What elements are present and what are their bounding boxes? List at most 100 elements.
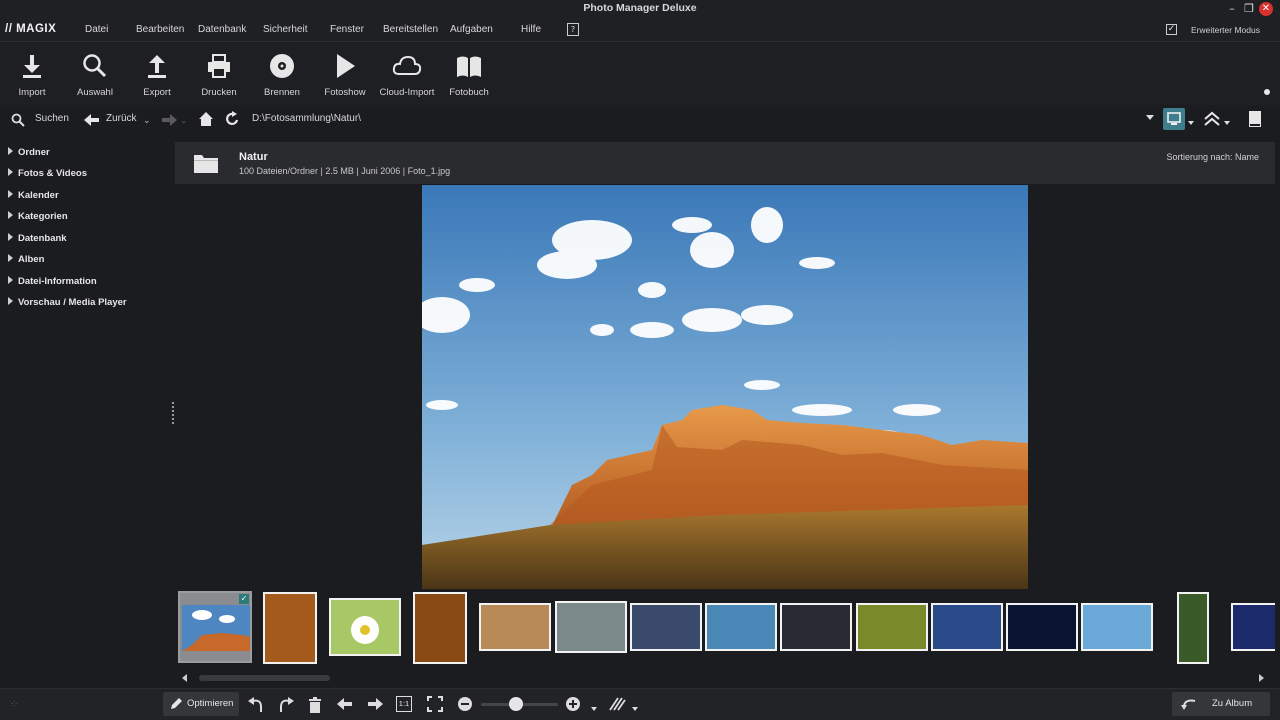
add-to-album-button[interactable]: Zu Album xyxy=(1172,692,1270,716)
scroll-left-icon[interactable] xyxy=(182,674,187,682)
zoom-slider-thumb[interactable] xyxy=(509,697,523,711)
sidebar-item-datei-information[interactable]: Datei-Information xyxy=(8,276,97,287)
thumbnail-12[interactable] xyxy=(1006,603,1078,651)
import-button[interactable]: Import xyxy=(0,53,64,98)
zoom-dropdown-icon[interactable] xyxy=(591,707,597,711)
drucken-button[interactable]: Drucken xyxy=(187,53,251,98)
sidebar-item-fotos-videos[interactable]: Fotos & Videos xyxy=(8,168,87,179)
restore-icon[interactable]: ❐ xyxy=(1242,2,1256,16)
thumbnail-scrollbar[interactable] xyxy=(175,672,1280,684)
cloud-import-label: Cloud-Import xyxy=(379,87,435,98)
home-icon[interactable] xyxy=(198,111,214,127)
menu-datenbank[interactable]: Datenbank xyxy=(198,24,246,35)
sort-label[interactable]: Sortierung nach: Name xyxy=(1166,152,1259,162)
trash-icon[interactable] xyxy=(307,696,323,714)
sidebar-splitter[interactable] xyxy=(172,402,174,424)
rotate-left-icon[interactable] xyxy=(247,696,265,714)
expand-arrow-icon xyxy=(8,168,13,176)
sidebar-item-kategorien[interactable]: Kategorien xyxy=(8,211,68,222)
checkmark-icon[interactable]: ✓ xyxy=(239,594,249,604)
minimize-icon[interactable]: – xyxy=(1225,2,1239,16)
back-label[interactable]: Zurück xyxy=(106,113,137,124)
sidebar-item-kalender[interactable]: Kalender xyxy=(8,190,59,201)
auswahl-button[interactable]: Auswahl xyxy=(63,53,127,98)
sidebar-item-label: Ordner xyxy=(18,147,50,158)
view-dropdown-icon[interactable] xyxy=(1188,121,1194,125)
sidebar-item-vorschau[interactable]: Vorschau / Media Player xyxy=(8,297,127,308)
thumbnail-14[interactable] xyxy=(1177,592,1209,664)
rotate-right-icon[interactable] xyxy=(277,696,295,714)
notification-dot xyxy=(1264,89,1270,95)
menu-hilfe[interactable]: Hilfe xyxy=(521,24,541,35)
thumbnail-4[interactable] xyxy=(413,592,467,664)
export-label: Export xyxy=(143,87,171,98)
forward-dropdown-icon[interactable]: ⌄ xyxy=(180,116,188,126)
photo-preview[interactable] xyxy=(422,185,1028,589)
thumbnail-11[interactable] xyxy=(931,603,1003,651)
sidebar-item-label: Kategorien xyxy=(18,211,68,222)
close-icon[interactable]: ✕ xyxy=(1259,2,1273,16)
back-dropdown-icon[interactable]: ⌄ xyxy=(143,116,151,126)
thumbnail-10[interactable] xyxy=(856,603,928,651)
download-icon xyxy=(23,55,41,78)
window-title: Photo Manager Deluxe xyxy=(583,2,697,14)
zoom-1to1-button[interactable]: 1:1 xyxy=(396,696,412,712)
fotobuch-button[interactable]: Fotobuch xyxy=(437,53,501,98)
brennen-button[interactable]: Brennen xyxy=(250,53,314,98)
drucken-label: Drucken xyxy=(201,87,237,98)
cloud-import-button[interactable]: Cloud-Import xyxy=(375,53,439,98)
expand-arrow-icon xyxy=(8,233,13,241)
search-label[interactable]: Suchen xyxy=(35,113,69,124)
menu-fenster[interactable]: Fenster xyxy=(330,24,364,35)
preview-view-button[interactable] xyxy=(1163,108,1185,130)
back-arrow-icon[interactable] xyxy=(84,113,100,127)
scroll-right-icon[interactable] xyxy=(1259,674,1264,682)
forward-arrow-icon[interactable] xyxy=(161,113,177,127)
export-button[interactable]: Export xyxy=(125,53,189,98)
sidebar-item-label: Fotos & Videos xyxy=(18,168,87,179)
path-field[interactable]: D:\Fotosammlung\Natur\ xyxy=(252,113,361,124)
menu-bearbeiten[interactable]: Bearbeiten xyxy=(136,24,184,35)
scrollbar-thumb[interactable] xyxy=(199,675,330,681)
previous-arrow-icon[interactable] xyxy=(337,696,353,712)
search-icon[interactable] xyxy=(11,113,25,127)
optimize-button[interactable]: Optimieren xyxy=(163,692,239,716)
navigation-bar: Suchen Zurück ⌄ ⌄ D:\Fotosammlung\Natur\ xyxy=(0,105,1280,135)
zoom-out-icon[interactable] xyxy=(457,696,473,712)
advanced-mode-checkbox[interactable]: ✓ xyxy=(1166,24,1177,35)
sidebar-item-label: Alben xyxy=(18,254,45,265)
refresh-icon[interactable] xyxy=(225,111,241,127)
sidebar-item-alben[interactable]: Alben xyxy=(8,254,44,265)
next-arrow-icon[interactable] xyxy=(367,696,383,712)
menu-aufgaben[interactable]: Aufgaben xyxy=(450,24,493,35)
context-help-icon[interactable]: ? xyxy=(567,23,579,36)
thumbnail-2[interactable] xyxy=(263,592,317,664)
thumbnail-6[interactable] xyxy=(555,601,627,653)
thumbnail-1-selected[interactable]: ✓ xyxy=(178,591,252,663)
thumbnail-13[interactable] xyxy=(1081,603,1153,651)
thumbnail-8[interactable] xyxy=(705,603,777,651)
sidebar-item-datenbank[interactable]: Datenbank xyxy=(8,233,67,244)
menu-datei[interactable]: Datei xyxy=(85,24,108,35)
panel-icon[interactable] xyxy=(1248,110,1262,128)
zoom-in-icon[interactable] xyxy=(565,696,581,712)
add-to-album-label: Zu Album xyxy=(1212,698,1253,709)
thumbnail-5[interactable] xyxy=(479,603,551,651)
sort-dropdown-icon[interactable] xyxy=(1224,121,1230,125)
effects-dropdown-icon[interactable] xyxy=(632,707,638,711)
sort-icon[interactable] xyxy=(1203,111,1221,127)
menu-bar: // MAGIX Datei Bearbeiten Datenbank Sich… xyxy=(0,18,1280,42)
sidebar-item-ordner[interactable]: Ordner xyxy=(8,147,50,158)
thumbnail-3[interactable] xyxy=(329,598,401,656)
fullscreen-icon[interactable] xyxy=(427,696,443,712)
menu-sicherheit[interactable]: Sicherheit xyxy=(263,24,307,35)
path-dropdown-icon[interactable] xyxy=(1146,115,1154,120)
thumbnail-15[interactable] xyxy=(1231,603,1275,651)
effects-icon[interactable] xyxy=(608,696,626,712)
fotoshow-button[interactable]: Fotoshow xyxy=(313,53,377,98)
sidebar-item-label: Datenbank xyxy=(18,233,67,244)
brennen-label: Brennen xyxy=(264,87,300,98)
thumbnail-7[interactable] xyxy=(630,603,702,651)
thumbnail-9[interactable] xyxy=(780,603,852,651)
menu-bereitstellen[interactable]: Bereitstellen xyxy=(383,24,438,35)
